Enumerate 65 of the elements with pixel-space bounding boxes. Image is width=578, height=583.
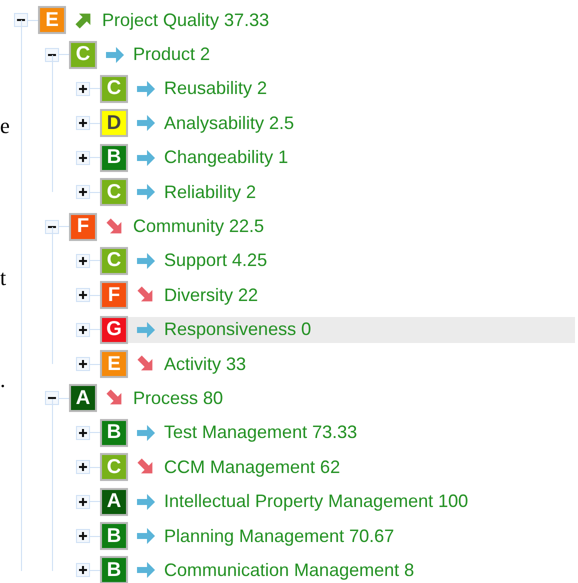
- grade-badge: E: [100, 350, 128, 378]
- tree-item[interactable]: Diversity 22: [128, 282, 575, 308]
- right-arrow-icon: [136, 148, 156, 168]
- collapse-icon[interactable]: [45, 220, 59, 234]
- expand-icon[interactable]: [76, 288, 90, 302]
- tree-item[interactable]: Process 80: [97, 385, 575, 412]
- right-arrow-icon: [136, 113, 156, 134]
- right-arrow-icon: [105, 44, 125, 65]
- tree-item[interactable]: Changeability 1: [128, 144, 575, 171]
- collapse-icon[interactable]: [45, 48, 59, 62]
- grade-badge: C: [100, 246, 128, 275]
- cut-off-text: .: [0, 368, 6, 392]
- tree-item[interactable]: Community 22.5: [97, 214, 575, 240]
- tree-item[interactable]: Test Management 73.33: [128, 420, 575, 446]
- cut-off-text: t: [0, 266, 8, 290]
- grade-badge: B: [100, 556, 128, 583]
- expand-icon[interactable]: [76, 494, 90, 509]
- tree-item[interactable]: Analysability 2.5: [128, 110, 575, 136]
- expand-icon[interactable]: [76, 150, 90, 165]
- right-arrow-icon: [136, 320, 156, 340]
- right-arrow-icon: [136, 560, 156, 580]
- collapse-icon[interactable]: [14, 13, 28, 28]
- tree-item[interactable]: Product 2: [97, 42, 575, 68]
- right-arrow-icon: [136, 526, 156, 546]
- right-arrow-icon: [136, 250, 156, 271]
- expand-icon[interactable]: [76, 426, 90, 440]
- cut-off-text: e: [0, 114, 10, 138]
- grade-badge: C: [69, 40, 97, 69]
- expand-icon[interactable]: [76, 116, 90, 130]
- right-arrow-icon: [136, 422, 156, 443]
- expand-icon[interactable]: [76, 82, 90, 96]
- grade-badge: B: [100, 418, 128, 447]
- tree-item[interactable]: Planning Management 70.67: [128, 523, 575, 550]
- grade-badge: F: [100, 281, 128, 310]
- tree-item[interactable]: Intellectual Property Management 100: [128, 488, 575, 515]
- right-arrow-icon: [136, 182, 156, 202]
- expand-icon[interactable]: [76, 254, 90, 268]
- expand-icon[interactable]: [76, 322, 90, 337]
- tree-item[interactable]: Support 4.25: [128, 248, 575, 274]
- tree-item[interactable]: Project Quality 37.33: [66, 7, 575, 34]
- grade-badge: C: [100, 178, 128, 206]
- right-arrow-icon: [136, 78, 156, 99]
- tree-item[interactable]: CCM Management 62: [128, 454, 575, 480]
- expand-icon[interactable]: [76, 460, 90, 474]
- right-arrow-icon: [136, 492, 156, 512]
- expand-icon[interactable]: [76, 185, 90, 200]
- grade-badge: D: [100, 109, 128, 138]
- grade-badge: F: [69, 212, 97, 241]
- grade-badge: A: [69, 384, 97, 412]
- expand-icon[interactable]: [76, 357, 90, 372]
- grade-badge: C: [100, 453, 128, 482]
- expand-icon[interactable]: [76, 563, 90, 578]
- tree-item[interactable]: Reliability 2: [128, 179, 575, 206]
- grade-badge: B: [100, 522, 128, 550]
- grade-badge: B: [100, 144, 128, 172]
- grade-badge: C: [100, 74, 128, 103]
- tree-item[interactable]: Activity 33: [128, 351, 575, 378]
- tree-item[interactable]: Communication Management 8: [128, 557, 575, 583]
- collapse-icon[interactable]: [45, 391, 59, 406]
- grade-badge: E: [38, 6, 66, 34]
- tree-item[interactable]: Reusability 2: [128, 76, 575, 102]
- tree-item[interactable]: Responsiveness 0: [128, 316, 575, 343]
- grade-badge: A: [100, 488, 128, 516]
- expand-icon[interactable]: [76, 529, 90, 544]
- grade-badge: G: [100, 316, 128, 344]
